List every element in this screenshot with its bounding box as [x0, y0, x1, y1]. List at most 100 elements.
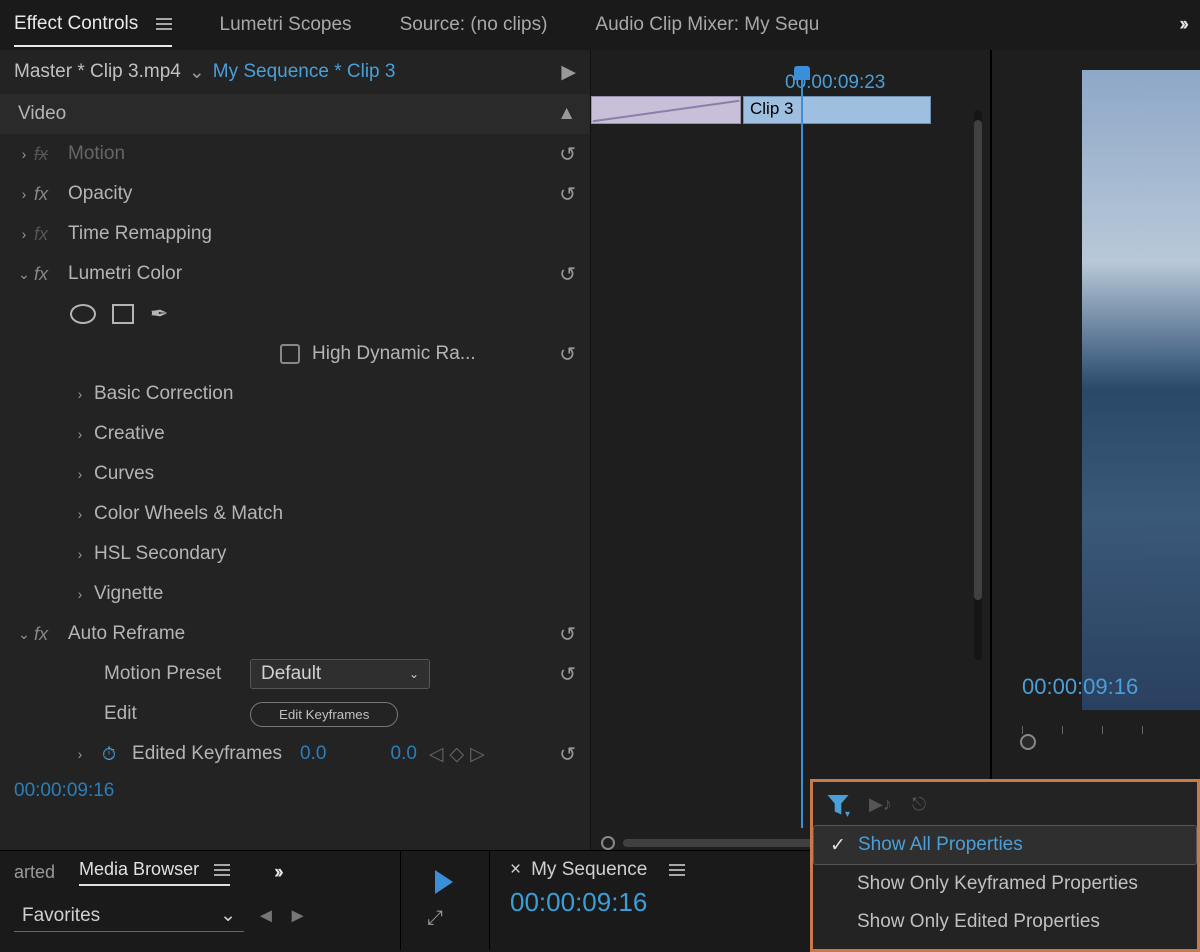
favorites-select[interactable]: Favorites ⌄	[14, 900, 244, 932]
zoom-handle-left[interactable]	[601, 836, 615, 850]
hamburger-icon[interactable]	[214, 864, 230, 876]
tab-media-browser[interactable]: Media Browser	[79, 859, 230, 886]
filter-button[interactable]: ▾	[827, 795, 849, 815]
hamburger-icon[interactable]	[669, 864, 685, 876]
collapse-icon[interactable]: ▲	[557, 103, 576, 125]
overflow-icon[interactable]: ››	[274, 862, 281, 884]
prop-curves[interactable]: ›Curves	[0, 454, 590, 494]
reset-icon[interactable]: ↺	[559, 342, 576, 367]
reset-icon[interactable]: ↺	[559, 182, 576, 207]
chevron-down-icon[interactable]: ⌄	[189, 61, 205, 84]
fx-badge-icon[interactable]: fx	[34, 184, 64, 205]
motion-preset-select[interactable]: Default ⌄	[250, 659, 430, 689]
prop-color-wheels[interactable]: ›Color Wheels & Match	[0, 494, 590, 534]
twirl-icon[interactable]: ›	[70, 426, 90, 442]
prop-hsl-secondary[interactable]: ›HSL Secondary	[0, 534, 590, 574]
mini-timeline[interactable]: 00:00:09:23 Clip 3	[590, 50, 990, 850]
scrollbar-thumb[interactable]	[974, 120, 982, 600]
add-keyframe-icon[interactable]: ◇	[450, 743, 465, 766]
panel-timecode[interactable]: 00:00:09:16	[0, 774, 590, 808]
hdr-checkbox[interactable]	[280, 344, 300, 364]
lower-tab-bar: arted Media Browser ››	[0, 851, 400, 894]
back-icon[interactable]: ◄	[256, 905, 276, 928]
reset-icon[interactable]: ↺	[559, 742, 576, 767]
export-icon[interactable]: ⎋	[912, 794, 926, 815]
prop-label: Color Wheels & Match	[90, 503, 576, 525]
play-audio-icon[interactable]: ▶♪	[869, 794, 892, 815]
ripple-tool-icon[interactable]: ⤢	[427, 907, 481, 930]
project-panel: arted Media Browser ›› Favorites ⌄ ◄ ►	[0, 851, 400, 950]
tab-started[interactable]: arted	[14, 862, 55, 883]
effect-label: Lumetri Color	[64, 263, 559, 285]
menu-show-all[interactable]: ✓ Show All Properties	[813, 825, 1197, 865]
prop-vignette[interactable]: ›Vignette	[0, 574, 590, 614]
twirl-icon[interactable]: ›	[70, 386, 90, 402]
twirl-icon[interactable]: ›	[70, 546, 90, 562]
reset-icon[interactable]: ↺	[559, 622, 576, 647]
twirl-icon[interactable]: ›	[70, 506, 90, 522]
edit-keyframes-button[interactable]: Edit Keyframes	[250, 702, 398, 727]
program-ruler[interactable]	[1022, 720, 1200, 740]
twirl-icon[interactable]: ›	[14, 186, 34, 202]
twirl-icon[interactable]: ›	[14, 226, 34, 242]
selection-tool-icon[interactable]	[429, 867, 459, 897]
vertical-scrollbar[interactable]	[974, 110, 982, 660]
tab-effect-controls[interactable]: Effect Controls	[14, 3, 172, 47]
reset-icon[interactable]: ↺	[559, 662, 576, 687]
rectangle-mask-icon[interactable]	[112, 304, 134, 324]
clip-segment[interactable]	[591, 96, 741, 124]
select-value: Default	[261, 663, 321, 685]
play-icon[interactable]: ▶	[561, 61, 576, 84]
tab-source[interactable]: Source: (no clips)	[400, 4, 548, 46]
prop-creative[interactable]: ›Creative	[0, 414, 590, 454]
sequence-clip-label[interactable]: My Sequence * Clip 3	[213, 61, 396, 83]
effect-time-remapping[interactable]: › fx Time Remapping	[0, 214, 590, 254]
twirl-icon[interactable]: ›	[70, 586, 90, 602]
twirl-icon[interactable]: ›	[70, 466, 90, 482]
effect-opacity[interactable]: › fx Opacity ↺	[0, 174, 590, 214]
prop-basic-correction[interactable]: ›Basic Correction	[0, 374, 590, 414]
prop-edited-keyframes[interactable]: › ⏱ Edited Keyframes 0.0 0.0 ◁ ◇ ▷ ↺	[0, 734, 590, 774]
effect-lumetri-color[interactable]: ⌄ fx Lumetri Color ↺	[0, 254, 590, 294]
tab-label: Media Browser	[79, 859, 199, 879]
tab-lumetri-scopes[interactable]: Lumetri Scopes	[220, 4, 352, 46]
fx-badge-icon[interactable]: fx	[34, 624, 64, 645]
video-section-header[interactable]: Video ▲	[0, 94, 590, 134]
program-timecode[interactable]: 00:00:09:16	[1022, 674, 1138, 700]
twirl-icon[interactable]: ›	[70, 746, 90, 762]
overflow-icon[interactable]: ››	[1179, 14, 1186, 36]
effect-auto-reframe[interactable]: ⌄ fx Auto Reframe ↺	[0, 614, 590, 654]
stopwatch-icon[interactable]: ⏱	[102, 744, 116, 765]
menu-show-keyframed[interactable]: Show Only Keyframed Properties	[813, 865, 1197, 903]
keyframe-value-y[interactable]: 0.0	[390, 743, 416, 765]
tab-audio-mixer[interactable]: Audio Clip Mixer: My Sequ	[595, 4, 819, 46]
twirl-icon[interactable]: ⌄	[14, 266, 34, 283]
prop-label: Edited Keyframes	[128, 743, 288, 765]
twirl-icon[interactable]: ›	[14, 146, 34, 162]
fx-badge-icon[interactable]: fx	[34, 144, 64, 165]
program-preview[interactable]	[1082, 70, 1200, 710]
hamburger-icon[interactable]	[156, 18, 172, 30]
reset-icon[interactable]: ↺	[559, 262, 576, 287]
section-label: Video	[14, 103, 557, 125]
fx-badge-icon[interactable]: fx	[34, 224, 64, 245]
keyframe-value-x[interactable]: 0.0	[300, 743, 326, 765]
forward-icon[interactable]: ►	[288, 905, 308, 928]
filter-toolbar: ▾ ▶♪ ⎋	[813, 790, 1197, 825]
prev-keyframe-icon[interactable]: ◁	[429, 743, 444, 766]
twirl-icon[interactable]: ⌄	[14, 626, 34, 643]
prop-label: Motion Preset	[100, 663, 250, 685]
zoom-handle[interactable]	[1020, 734, 1036, 750]
close-icon[interactable]: ×	[510, 859, 521, 881]
reset-icon[interactable]: ↺	[559, 142, 576, 167]
menu-show-edited[interactable]: Show Only Edited Properties	[813, 903, 1197, 941]
fx-badge-icon[interactable]: fx	[34, 264, 64, 285]
next-keyframe-icon[interactable]: ▷	[470, 743, 485, 766]
clip-segment[interactable]: Clip 3	[743, 96, 931, 124]
effect-motion[interactable]: › fx Motion ↺	[0, 134, 590, 174]
playhead[interactable]	[801, 68, 803, 828]
ellipse-mask-icon[interactable]	[70, 304, 96, 324]
master-clip-label[interactable]: Master * Clip 3.mp4	[14, 61, 181, 83]
hdr-label: High Dynamic Ra...	[308, 343, 559, 365]
pen-mask-icon[interactable]: ✒	[150, 301, 168, 327]
